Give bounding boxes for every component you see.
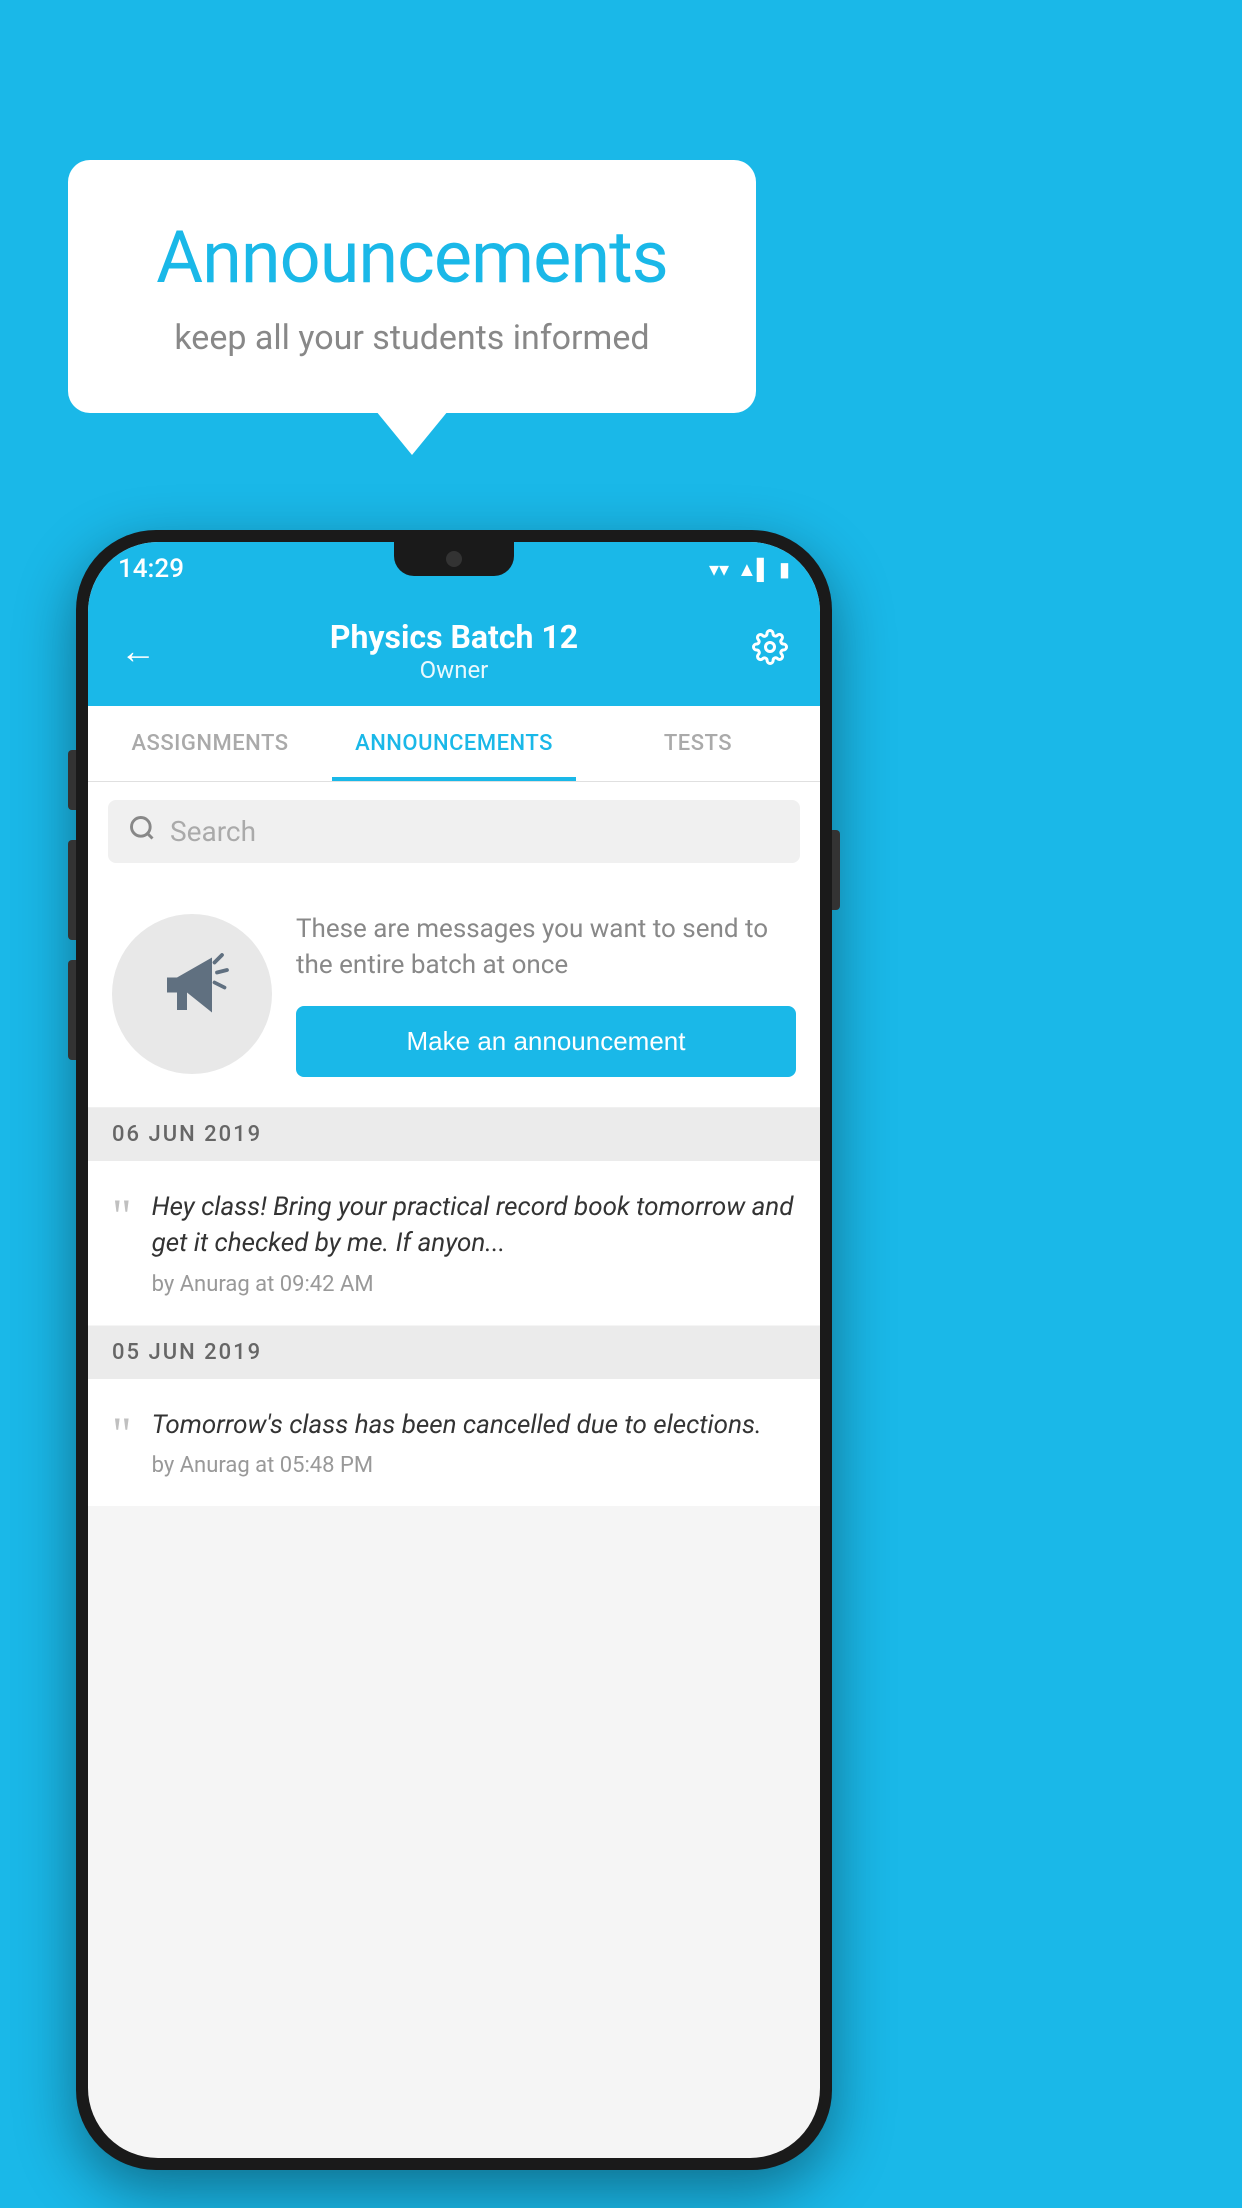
search-bar-container: Search <box>88 782 820 881</box>
signal-icon: ▲▌ <box>737 557 771 582</box>
power-button[interactable] <box>832 830 840 910</box>
tabs-bar: ASSIGNMENTS ANNOUNCEMENTS TESTS <box>88 706 820 782</box>
search-bar[interactable]: Search <box>108 800 800 863</box>
settings-button[interactable] <box>744 621 796 682</box>
make-announcement-button[interactable]: Make an announcement <box>296 1006 796 1077</box>
announcement-right: These are messages you want to send to t… <box>296 911 796 1077</box>
app-bar-title: Physics Batch 12 <box>164 618 744 656</box>
date-divider-2: 05 JUN 2019 <box>88 1326 820 1379</box>
wifi-icon: ▾▾ <box>709 557 729 581</box>
quote-icon-2: " <box>112 1411 132 1459</box>
notch <box>394 542 514 576</box>
quote-icon-1: " <box>112 1193 132 1241</box>
camera <box>446 551 462 567</box>
speech-bubble-container: Announcements keep all your students inf… <box>68 160 756 413</box>
announcement-item-2: " Tomorrow's class has been cancelled du… <box>88 1379 820 1507</box>
bubble-subtitle: keep all your students informed <box>128 318 696 358</box>
announcement-text-block-1: Hey class! Bring your practical record b… <box>152 1189 796 1297</box>
tab-assignments[interactable]: ASSIGNMENTS <box>88 706 332 781</box>
app-bar: ← Physics Batch 12 Owner <box>88 596 820 706</box>
volume-down-button[interactable] <box>68 960 76 1060</box>
announcement-meta-2: by Anurag at 05:48 PM <box>152 1453 796 1478</box>
volume-up-button[interactable] <box>68 840 76 940</box>
phone-frame: 14:29 ▾▾ ▲▌ ▮ ← Physics Batch 12 Owner <box>76 530 832 2170</box>
speech-bubble: Announcements keep all your students inf… <box>68 160 756 413</box>
announcement-message-1: Hey class! Bring your practical record b… <box>152 1189 796 1262</box>
mute-button[interactable] <box>68 750 76 810</box>
announcement-prompt: These are messages you want to send to t… <box>88 881 820 1108</box>
battery-icon: ▮ <box>779 557 790 581</box>
announcement-message-2: Tomorrow's class has been cancelled due … <box>152 1407 796 1443</box>
date-divider-1: 06 JUN 2019 <box>88 1108 820 1161</box>
status-icons: ▾▾ ▲▌ ▮ <box>709 557 790 582</box>
search-icon <box>128 814 156 849</box>
search-input[interactable]: Search <box>170 815 256 848</box>
tab-tests[interactable]: TESTS <box>576 706 820 781</box>
announcement-meta-1: by Anurag at 09:42 AM <box>152 1272 796 1297</box>
phone-screen: 14:29 ▾▾ ▲▌ ▮ ← Physics Batch 12 Owner <box>88 542 820 2158</box>
bubble-title: Announcements <box>128 215 696 300</box>
announcement-item-1: " Hey class! Bring your practical record… <box>88 1161 820 1326</box>
announcement-icon-circle <box>112 914 272 1074</box>
app-bar-subtitle: Owner <box>164 656 744 684</box>
status-bar: 14:29 ▾▾ ▲▌ ▮ <box>88 542 820 596</box>
app-bar-title-section: Physics Batch 12 Owner <box>164 618 744 684</box>
announcement-description: These are messages you want to send to t… <box>296 911 796 984</box>
announcement-text-block-2: Tomorrow's class has been cancelled due … <box>152 1407 796 1478</box>
megaphone-icon <box>152 945 232 1043</box>
tab-announcements[interactable]: ANNOUNCEMENTS <box>332 706 576 781</box>
back-button[interactable]: ← <box>112 622 164 680</box>
status-time: 14:29 <box>118 554 184 584</box>
